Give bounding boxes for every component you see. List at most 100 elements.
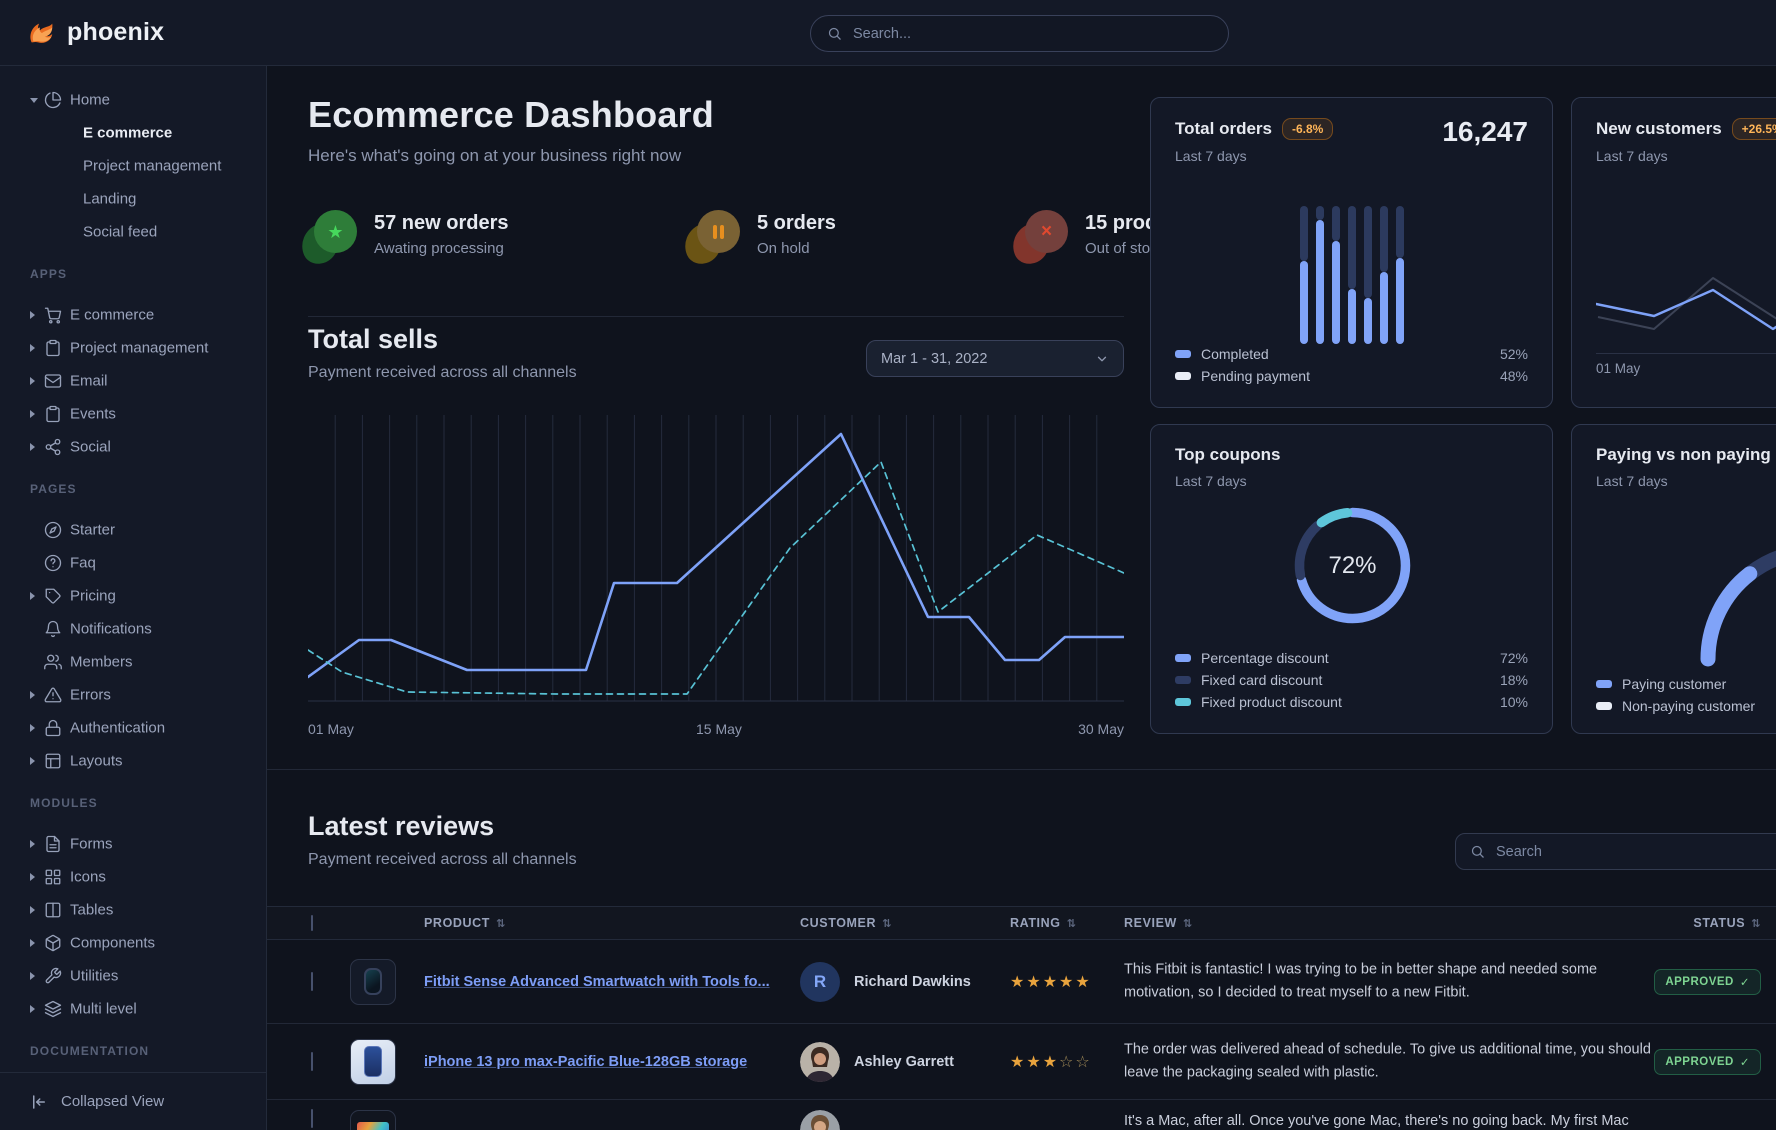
sidebar-item-components[interactable]: Components	[0, 926, 266, 959]
customer-photo	[800, 1110, 840, 1130]
legend-value: 52%	[1500, 346, 1528, 362]
card-title: Total orders	[1175, 119, 1272, 139]
chevron-right-icon	[30, 691, 35, 699]
bar-pending-segment	[1364, 206, 1372, 298]
sort-icon: ⇅	[496, 918, 506, 930]
top-coupons-card: Top coupons Last 7 days 72% Percentage d…	[1150, 424, 1553, 734]
divider	[308, 316, 1124, 317]
global-search[interactable]	[810, 15, 1229, 52]
sidebar-item-starter[interactable]: Starter	[0, 513, 266, 546]
sidebar-item-email[interactable]: Email	[0, 364, 266, 397]
grid-icon	[44, 868, 62, 886]
row-checkbox[interactable]	[311, 972, 313, 991]
sidebar-section-label: DOCUMENTATION	[0, 1041, 266, 1061]
sidebar-item-faq[interactable]: Faq	[0, 546, 266, 579]
legend-value: 72%	[1500, 650, 1528, 666]
table-row: Fitbit Sense Advanced Smartwatch with To…	[267, 940, 1776, 1024]
sidebar-item-e-commerce[interactable]: E commerce	[0, 116, 266, 149]
sidebar-item-label: Project management	[83, 157, 221, 174]
columns-icon	[44, 901, 62, 919]
chevron-right-icon	[30, 906, 35, 914]
sidebar-item-label: Landing	[83, 190, 136, 207]
sidebar-item-utilities[interactable]: Utilities	[0, 959, 266, 992]
sidebar-item-forms[interactable]: Forms	[0, 827, 266, 860]
select-all-checkbox[interactable]	[311, 915, 313, 931]
sidebar-item-authentication[interactable]: Authentication	[0, 711, 266, 744]
reviews-table-header: PRODUCT⇅ CUSTOMER⇅ RATING⇅ REVIEW⇅ STATU…	[267, 906, 1776, 940]
page-header: Ecommerce Dashboard Here's what's going …	[308, 94, 714, 166]
date-range-select[interactable]: Mar 1 - 31, 2022	[866, 340, 1124, 377]
row-checkbox[interactable]	[311, 1052, 313, 1071]
stat-pause-icon	[691, 210, 741, 260]
sidebar-item-multi-level[interactable]: Multi level	[0, 992, 266, 1025]
reviews-search-input[interactable]	[1496, 844, 1776, 860]
stat-circle: ★	[314, 210, 357, 253]
column-header-customer[interactable]: CUSTOMER⇅	[800, 916, 892, 930]
sidebar-item-label: Pricing	[70, 587, 116, 604]
chevron-right-icon	[30, 972, 35, 980]
legend-item: Fixed product discount10%	[1175, 691, 1528, 713]
reviews-search[interactable]	[1455, 833, 1776, 870]
sidebar-item-events[interactable]: Events	[0, 397, 266, 430]
product-thumbnail	[350, 1039, 396, 1085]
sidebar-item-tables[interactable]: Tables	[0, 893, 266, 926]
sidebar-item-landing[interactable]: Landing	[0, 182, 266, 215]
legend-item: Percentage discount72%	[1175, 647, 1528, 669]
sidebar-item-home[interactable]: Home	[0, 83, 266, 116]
chevron-down-icon	[30, 98, 38, 103]
row-checkbox[interactable]	[311, 1109, 313, 1128]
sort-icon: ⇅	[1183, 918, 1193, 930]
stat-text: 5 ordersOn hold	[757, 210, 836, 260]
sidebar-item-icons[interactable]: Icons	[0, 860, 266, 893]
column-header-product[interactable]: PRODUCT⇅	[424, 916, 506, 930]
sidebar-item-notifications[interactable]: Notifications	[0, 612, 266, 645]
card-title: New customers	[1596, 119, 1722, 139]
avatar: R	[800, 962, 840, 1002]
product-link[interactable]: iPhone 13 pro max-Pacific Blue-128GB sto…	[424, 1054, 747, 1070]
stat-value: 57 new orders	[374, 212, 509, 235]
bar-pending-segment	[1396, 206, 1404, 258]
card-period: Last 7 days	[1175, 148, 1333, 164]
date-range-value: Mar 1 - 31, 2022	[881, 351, 987, 367]
stat-caption: On hold	[757, 240, 836, 257]
sort-icon: ⇅	[1067, 918, 1077, 930]
column-header-status[interactable]: STATUS⇅	[1693, 916, 1761, 930]
sidebar-item-label: Utilities	[70, 967, 118, 984]
brand[interactable]: phoenix	[26, 18, 164, 48]
sidebar-item-social[interactable]: Social	[0, 430, 266, 463]
sidebar-item-e-commerce[interactable]: E commerce	[0, 298, 266, 331]
paying-gauge-chart	[1676, 537, 1776, 667]
sidebar: HomeE commerceProject managementLandingS…	[0, 66, 267, 1130]
sidebar-item-label: Tables	[70, 901, 113, 918]
legend-value: 18%	[1500, 672, 1528, 688]
review-text: It's a Mac, after all. Once you've gone …	[1124, 1110, 1669, 1130]
empty-stars: ☆☆	[1059, 1054, 1092, 1071]
collapse-view-toggle[interactable]: Collapsed View	[0, 1072, 266, 1130]
product-link[interactable]: Fitbit Sense Advanced Smartwatch with To…	[424, 974, 770, 990]
column-header-rating[interactable]: RATING⇅	[1010, 916, 1076, 930]
new-customers-line-chart	[1596, 256, 1776, 356]
section-divider	[267, 769, 1776, 770]
legend-item: Non-paying customer	[1596, 695, 1776, 717]
column-header-review[interactable]: REVIEW⇅	[1124, 916, 1193, 930]
legend-label: Completed	[1201, 346, 1269, 362]
sidebar-item-errors[interactable]: Errors	[0, 678, 266, 711]
sidebar-item-project-management[interactable]: Project management	[0, 149, 266, 182]
sidebar-item-label: Forms	[70, 835, 113, 852]
sidebar-item-label: Social	[70, 438, 111, 455]
chevron-right-icon	[30, 873, 35, 881]
collapse-label: Collapsed View	[61, 1093, 164, 1110]
legend-item: Completed 52%	[1175, 343, 1528, 365]
chevron-right-icon	[30, 410, 35, 418]
sidebar-item-layouts[interactable]: Layouts	[0, 744, 266, 777]
sidebar-item-social-feed[interactable]: Social feed	[0, 215, 266, 248]
chevron-right-icon	[30, 377, 35, 385]
sidebar-item-project-management[interactable]: Project management	[0, 331, 266, 364]
page-subtitle: Here's what's going on at your business …	[308, 146, 714, 166]
chevron-right-icon	[30, 840, 35, 848]
sidebar-item-pricing[interactable]: Pricing	[0, 579, 266, 612]
search-icon	[1470, 844, 1485, 859]
global-search-input[interactable]	[853, 26, 1212, 42]
sidebar-item-members[interactable]: Members	[0, 645, 266, 678]
total-sells-subtitle: Payment received across all channels	[308, 364, 577, 382]
